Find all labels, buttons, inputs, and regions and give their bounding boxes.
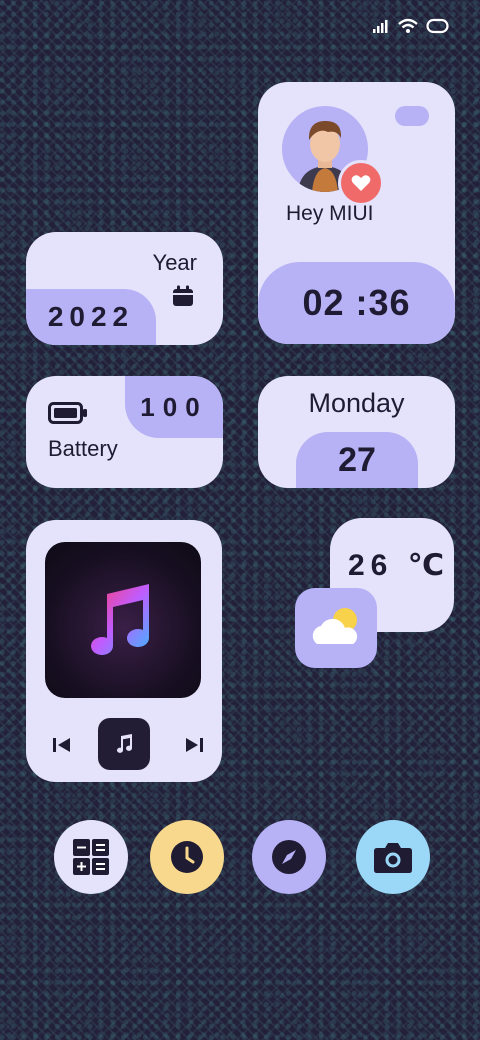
battery-label: Battery — [48, 436, 118, 461]
calculator-icon[interactable] — [54, 820, 128, 894]
greeting-label: Hey MIUI — [286, 202, 374, 225]
battery-outline-icon — [426, 18, 450, 34]
compass-icon[interactable] — [252, 820, 326, 894]
battery-icon — [48, 402, 88, 429]
clock-icon[interactable] — [150, 820, 224, 894]
heart-icon[interactable] — [338, 160, 384, 206]
toggle-pill[interactable] — [395, 106, 429, 126]
signal-bars-icon — [372, 19, 390, 33]
temperature-label: 26 ℃ — [348, 549, 451, 582]
battery-widget[interactable]: 100 Battery — [26, 376, 223, 488]
status-bar — [372, 18, 450, 34]
music-widget[interactable] — [26, 520, 222, 782]
year-label: Year — [152, 250, 197, 275]
year-widget[interactable]: Year 2022 — [26, 232, 223, 345]
date-widget[interactable]: Monday 27 — [258, 376, 455, 488]
music-icon[interactable] — [98, 718, 150, 770]
partly-cloudy-icon[interactable] — [295, 588, 377, 668]
previous-track-icon[interactable] — [52, 736, 72, 759]
year-value: 2022 — [26, 289, 156, 345]
clock-time: 02 :36 — [258, 262, 455, 344]
album-art[interactable] — [45, 542, 201, 698]
calendar-icon — [171, 284, 195, 313]
weekday-label: Monday — [308, 388, 405, 418]
wifi-icon — [398, 18, 418, 34]
next-track-icon[interactable] — [184, 736, 204, 759]
profile-clock-widget[interactable]: Hey MIUI 02 :36 — [258, 82, 455, 344]
day-number: 27 — [296, 432, 418, 488]
music-note-icon — [91, 584, 150, 656]
battery-value: 100 — [125, 376, 223, 438]
camera-icon[interactable] — [356, 820, 430, 894]
